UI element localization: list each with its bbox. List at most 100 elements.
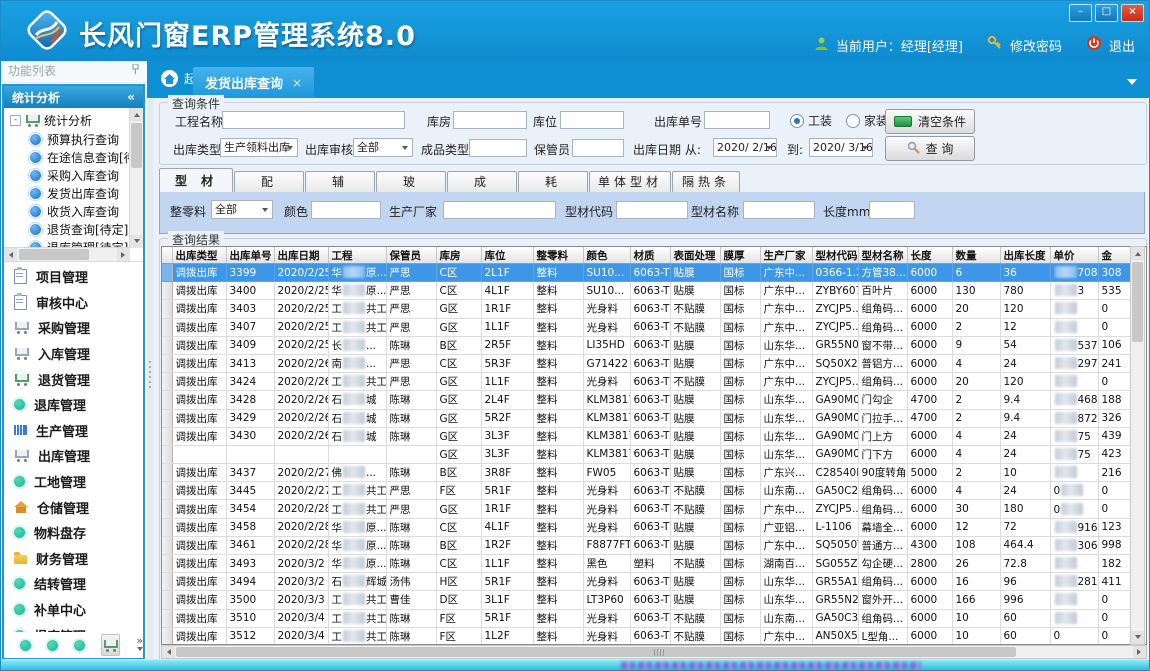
- table-cell[interactable]: 调拨出库: [172, 354, 226, 372]
- table-cell[interactable]: 陈琳: [386, 609, 436, 627]
- table-cell[interactable]: 调拨出库: [172, 500, 226, 518]
- table-row[interactable]: 调拨出库34372020/2/27佛...陈琳B区3R8F整料FW056063-…: [162, 464, 1133, 482]
- material-tab-隔热条[interactable]: 隔热条: [672, 171, 740, 192]
- table-cell[interactable]: 26: [952, 555, 1000, 573]
- table-cell[interactable]: 2020/2/26: [274, 409, 328, 427]
- logout-link[interactable]: 退出: [1109, 36, 1135, 55]
- table-cell[interactable]: 2020/2/26: [274, 391, 328, 409]
- table-cell[interactable]: F区: [436, 609, 481, 627]
- table-cell[interactable]: 3R8F: [481, 464, 533, 482]
- table-cell[interactable]: 广东中...: [760, 536, 812, 554]
- table-cell[interactable]: 南...: [328, 354, 386, 372]
- table-cell[interactable]: 2020/2/25: [274, 336, 328, 354]
- table-row[interactable]: 调拨出库34072020/2/25工共工程严思G区1L1F整料光身料6063-T…: [162, 318, 1133, 336]
- table-cell[interactable]: 0: [1098, 609, 1133, 627]
- table-row[interactable]: 调拨出库34002020/2/25华原...严思C区4L1F整料SU10...6…: [162, 282, 1133, 300]
- table-cell[interactable]: [386, 445, 436, 463]
- table-cell[interactable]: 6000: [907, 373, 952, 391]
- column-header-出库类型[interactable]: 出库类型: [172, 247, 226, 264]
- table-cell[interactable]: 组角码...: [858, 500, 907, 518]
- row-selector[interactable]: [162, 609, 172, 627]
- table-cell[interactable]: 6000: [907, 609, 952, 627]
- table-cell[interactable]: [1050, 609, 1098, 627]
- table-cell[interactable]: 3458: [226, 518, 274, 536]
- table-cell[interactable]: 9: [952, 336, 1000, 354]
- table-row[interactable]: 调拨出库34132020/2/26南...严思C区5R3F整料G71422606…: [162, 354, 1133, 372]
- table-cell[interactable]: 180: [1000, 500, 1050, 518]
- row-selector[interactable]: [162, 427, 172, 445]
- audit-combo[interactable]: 全部: [353, 138, 413, 157]
- table-cell[interactable]: 石城: [328, 427, 386, 445]
- row-selector[interactable]: [162, 391, 172, 409]
- footer-cart-button[interactable]: [101, 634, 120, 656]
- table-cell[interactable]: 门下方: [858, 445, 907, 463]
- table-cell[interactable]: 整料: [533, 391, 583, 409]
- table-cell[interactable]: 96: [1000, 573, 1050, 591]
- table-cell[interactable]: 整料: [533, 445, 583, 463]
- table-cell[interactable]: GA90M08.: [812, 427, 858, 445]
- table-cell[interactable]: 3512: [226, 627, 274, 645]
- table-cell[interactable]: 调拨出库: [172, 482, 226, 500]
- table-cell[interactable]: 光身料: [583, 300, 630, 318]
- table-cell[interactable]: 整料: [533, 264, 583, 282]
- table-cell[interactable]: 调拨出库: [172, 373, 226, 391]
- table-cell[interactable]: 整料: [533, 300, 583, 318]
- table-cell[interactable]: 国标: [720, 391, 760, 409]
- table-cell[interactable]: KLM3817: [583, 391, 630, 409]
- date-from-combo[interactable]: 2020/ 2/16: [713, 138, 777, 157]
- table-cell[interactable]: 调拨出库: [172, 627, 226, 645]
- sidebar-item-出库管理[interactable]: 出库管理: [4, 443, 143, 469]
- table-cell[interactable]: 1L1F: [481, 373, 533, 391]
- table-cell[interactable]: 2: [952, 409, 1000, 427]
- table-cell[interactable]: 996: [1000, 591, 1050, 609]
- table-cell[interactable]: 工共工程: [328, 591, 386, 609]
- table-cell[interactable]: C区: [436, 264, 481, 282]
- table-cell[interactable]: 10: [952, 627, 1000, 645]
- row-selector[interactable]: [162, 482, 172, 500]
- table-cell[interactable]: 54: [1000, 336, 1050, 354]
- table-cell[interactable]: 5R3F: [481, 354, 533, 372]
- table-cell[interactable]: SG055Z: [812, 555, 858, 573]
- table-cell[interactable]: 贴膜: [670, 536, 720, 554]
- table-cell[interactable]: 调拨出库: [172, 573, 226, 591]
- row-selector[interactable]: [162, 591, 172, 609]
- table-cell[interactable]: AN50X50X2: [812, 627, 858, 645]
- table-cell[interactable]: 10: [952, 609, 1000, 627]
- table-cell[interactable]: 国标: [720, 409, 760, 427]
- table-cell[interactable]: 3445: [226, 482, 274, 500]
- table-cell[interactable]: 山东华...: [760, 445, 812, 463]
- table-cell[interactable]: 2020/2/25: [274, 264, 328, 282]
- tab-list-chevron-icon[interactable]: [1127, 79, 1137, 90]
- table-cell[interactable]: 3407: [226, 318, 274, 336]
- manufacturer-input[interactable]: [443, 201, 556, 219]
- table-cell[interactable]: 3437: [226, 464, 274, 482]
- close-button[interactable]: ×: [1121, 4, 1144, 22]
- tab-shipping-out-query[interactable]: 发货出库查询 ×: [193, 67, 314, 98]
- table-cell[interactable]: B区: [436, 536, 481, 554]
- table-cell[interactable]: 6000: [907, 500, 952, 518]
- table-cell[interactable]: 24: [1000, 354, 1050, 372]
- sidebar-item-仓储管理[interactable]: 仓储管理: [4, 494, 143, 520]
- table-cell[interactable]: 6063-T5: [630, 300, 670, 318]
- table-cell[interactable]: 国标: [720, 282, 760, 300]
- table-cell[interactable]: 国标: [720, 482, 760, 500]
- table-cell[interactable]: 468: [1050, 391, 1098, 409]
- table-cell[interactable]: 贴膜: [670, 264, 720, 282]
- column-header-库位[interactable]: 库位: [481, 247, 533, 264]
- table-cell[interactable]: 山东华...: [760, 427, 812, 445]
- table-cell[interactable]: 1R1F: [481, 300, 533, 318]
- table-cell[interactable]: 12: [1000, 318, 1050, 336]
- row-selector[interactable]: [162, 555, 172, 573]
- tree-vscrollbar[interactable]: [129, 108, 143, 248]
- table-cell[interactable]: C28540B: [812, 464, 858, 482]
- table-cell[interactable]: 2020/3/3: [274, 591, 328, 609]
- table-cell[interactable]: KLM3817: [583, 445, 630, 463]
- table-cell[interactable]: 6: [952, 264, 1000, 282]
- table-cell[interactable]: 0: [1098, 627, 1133, 645]
- table-cell[interactable]: 国标: [720, 354, 760, 372]
- sidebar-item-审核中心[interactable]: 审核中心: [4, 290, 143, 316]
- table-cell[interactable]: 国标: [720, 427, 760, 445]
- table-cell[interactable]: B区: [436, 464, 481, 482]
- table-cell[interactable]: 708: [1050, 264, 1098, 282]
- column-header-型材代码[interactable]: 型材代码: [812, 247, 858, 264]
